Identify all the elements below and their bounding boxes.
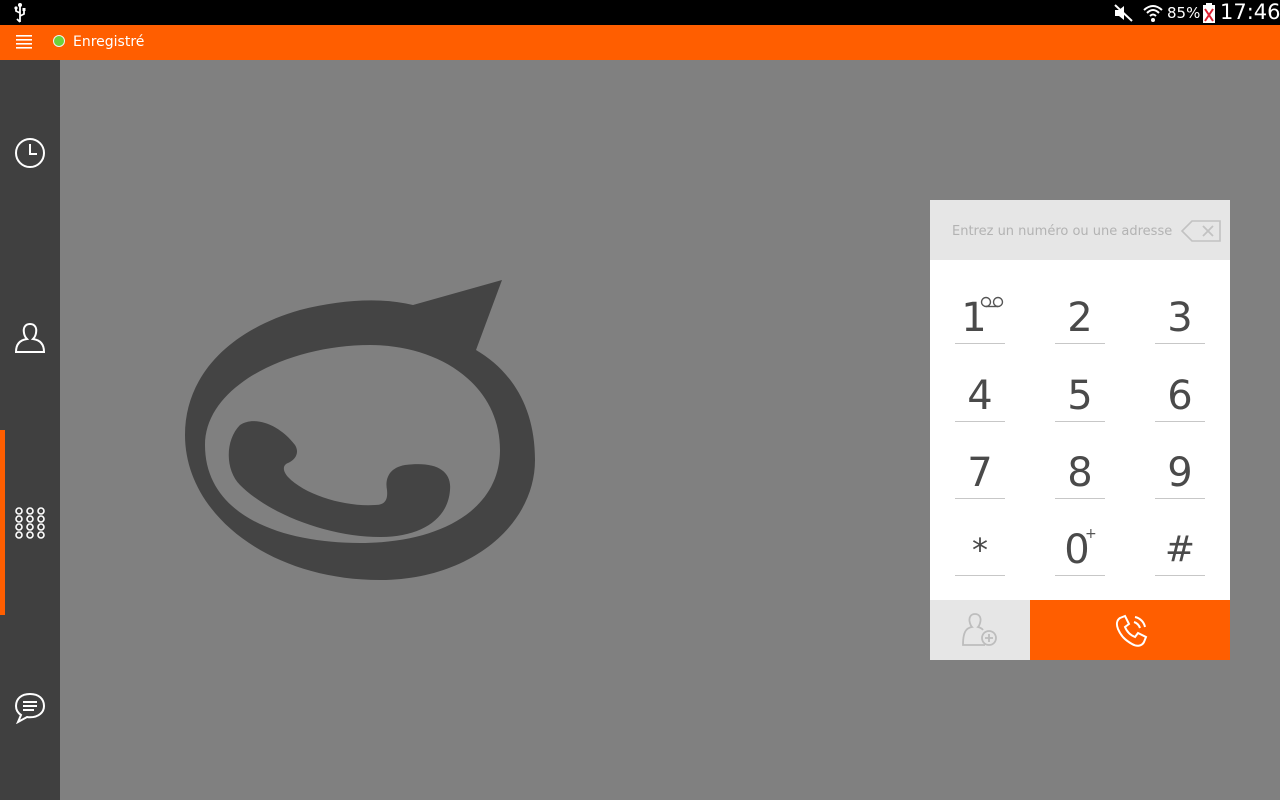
registration-status-label: Enregistré bbox=[73, 34, 145, 50]
mute-icon bbox=[1114, 4, 1133, 22]
clock: 17:46 bbox=[1220, 0, 1280, 24]
backspace-icon[interactable] bbox=[1180, 220, 1222, 242]
battery-icon bbox=[1203, 3, 1215, 23]
wifi-icon bbox=[1143, 5, 1163, 22]
key-7[interactable]: 7 bbox=[955, 429, 1005, 499]
dialer-actions bbox=[930, 600, 1230, 660]
sidebar-item-chat[interactable] bbox=[0, 615, 60, 800]
app-logo bbox=[185, 280, 535, 580]
app-bar: Enregistré bbox=[0, 25, 1280, 60]
dialer-panel: 1 2 3 4 5 6 7 8 9 * 0 + # bbox=[930, 200, 1230, 660]
key-0-plus: + bbox=[1085, 526, 1097, 542]
key-2[interactable]: 2 bbox=[1055, 274, 1105, 344]
registration-status-dot bbox=[53, 35, 65, 47]
sidebar-item-history[interactable] bbox=[0, 60, 60, 245]
key-digit: 3 bbox=[1167, 295, 1193, 341]
key-digit: 4 bbox=[967, 373, 993, 419]
voicemail-icon bbox=[980, 296, 1004, 308]
key-5[interactable]: 5 bbox=[1055, 352, 1105, 422]
person-icon bbox=[14, 322, 46, 353]
key-digit: 6 bbox=[1167, 373, 1193, 419]
status-bar: 85% 17:46 bbox=[0, 0, 1280, 25]
sidebar-item-contacts[interactable] bbox=[0, 245, 60, 430]
add-contact-icon bbox=[962, 613, 997, 646]
menu-icon[interactable] bbox=[16, 35, 32, 49]
key-3[interactable]: 3 bbox=[1155, 274, 1205, 344]
sidebar bbox=[0, 60, 60, 800]
sidebar-item-dialer[interactable] bbox=[0, 430, 60, 615]
key-digit: 8 bbox=[1067, 450, 1093, 496]
key-digit: # bbox=[1164, 529, 1196, 570]
add-contact-button[interactable] bbox=[930, 600, 1030, 660]
key-hash[interactable]: # bbox=[1155, 506, 1205, 576]
battery-percentage: 85% bbox=[1167, 4, 1201, 22]
key-9[interactable]: 9 bbox=[1155, 429, 1205, 499]
key-digit: 7 bbox=[967, 450, 993, 496]
key-1[interactable]: 1 bbox=[955, 274, 1005, 344]
key-star[interactable]: * bbox=[955, 506, 1005, 576]
key-digit: * bbox=[972, 531, 988, 569]
usb-icon bbox=[14, 3, 26, 23]
key-8[interactable]: 8 bbox=[1055, 429, 1105, 499]
number-input-bar bbox=[930, 200, 1230, 260]
key-digit: 5 bbox=[1067, 373, 1093, 419]
key-digit: 9 bbox=[1167, 450, 1193, 496]
key-digit: 2 bbox=[1067, 295, 1093, 341]
phone-call-icon bbox=[1115, 614, 1148, 647]
dialpad-icon bbox=[15, 507, 45, 539]
call-button[interactable] bbox=[1030, 600, 1230, 660]
key-0[interactable]: 0 + bbox=[1055, 506, 1105, 576]
key-6[interactable]: 6 bbox=[1155, 352, 1205, 422]
clock-icon bbox=[15, 138, 45, 168]
chat-bubble-icon bbox=[14, 692, 46, 724]
key-4[interactable]: 4 bbox=[955, 352, 1005, 422]
number-input[interactable] bbox=[950, 218, 1184, 244]
